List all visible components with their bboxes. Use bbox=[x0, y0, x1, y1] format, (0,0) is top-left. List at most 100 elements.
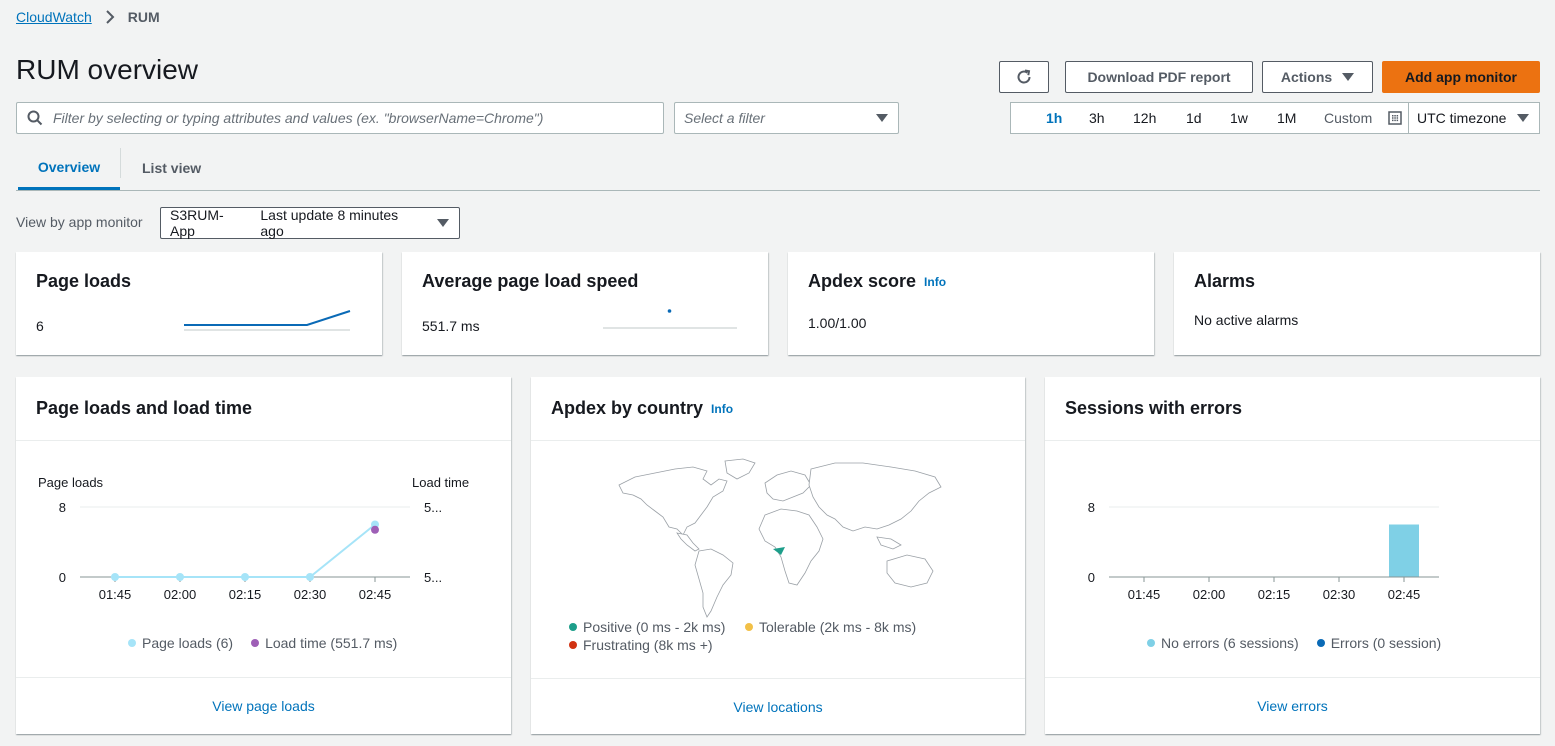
average-load-speed-value: 551.7 ms bbox=[422, 318, 480, 334]
page-loads-load-time-panel: Page loads and load time Page loads Load … bbox=[16, 377, 511, 734]
load-time-legend-label[interactable]: Load time (551.7 ms) bbox=[265, 635, 397, 651]
panel-footer-divider bbox=[1045, 677, 1540, 678]
sessions-with-errors-panel: Sessions with errors 0 8 01:45 02:00 02:15 02… bbox=[1045, 377, 1540, 734]
actions-button[interactable]: Actions bbox=[1262, 61, 1373, 93]
positive-legend-dot bbox=[569, 623, 577, 631]
caret-down-icon bbox=[437, 219, 449, 227]
load-time-legend-dot bbox=[251, 639, 260, 647]
actions-label: Actions bbox=[1280, 69, 1333, 85]
apdex-by-country-panel: Apdex by country Info Positive (0 ms - 2… bbox=[531, 377, 1025, 734]
view-locations-link[interactable]: View locations bbox=[531, 699, 1025, 715]
refresh-icon bbox=[1017, 69, 1031, 84]
select-filter-placeholder: Select a filter bbox=[684, 110, 765, 126]
app-monitor-update: Last update 8 minutes ago bbox=[260, 207, 399, 239]
page-loads-load-time-chart: Page loads Load time 0 8 5... 5... 01:45 02:00 0… bbox=[38, 475, 469, 602]
x-axis-tick-label: 02:15 bbox=[229, 587, 262, 602]
apdex-score-title-row: Apdex score Info bbox=[808, 271, 946, 292]
apdex-by-country-info-link[interactable]: Info bbox=[711, 402, 733, 416]
southeast-asia-shape bbox=[876, 536, 902, 550]
page-loads-value: 6 bbox=[36, 318, 44, 334]
x-axis-tick-label: 02:30 bbox=[294, 587, 327, 602]
page-loads-line bbox=[115, 523, 376, 578]
caret-down-icon bbox=[1517, 114, 1529, 122]
download-pdf-button[interactable]: Download PDF report bbox=[1065, 61, 1253, 93]
x-axis-tick-label: 02:45 bbox=[359, 587, 392, 602]
x-axis-tick-label: 02:00 bbox=[164, 587, 197, 602]
x-axis-tick-label: 01:45 bbox=[1128, 587, 1161, 602]
average-load-speed-title: Average page load speed bbox=[422, 271, 639, 291]
caret-down-icon bbox=[1342, 73, 1355, 81]
errors-legend-label[interactable]: Errors (0 session) bbox=[1331, 635, 1441, 651]
apdex-score-card: Apdex score Info 1.00/1.00 bbox=[788, 252, 1154, 355]
download-pdf-label: Download PDF report bbox=[1087, 69, 1231, 85]
apdex-score-info-link[interactable]: Info bbox=[924, 275, 946, 289]
x-axis-tick-label: 01:45 bbox=[99, 587, 132, 602]
select-filter-dropdown[interactable]: Select a filter bbox=[674, 102, 899, 134]
tab-list-view[interactable]: List view bbox=[142, 146, 201, 190]
time-range-12h[interactable]: 12h bbox=[1133, 110, 1156, 126]
south-america-shape bbox=[694, 548, 734, 618]
apdex-score-title: Apdex score bbox=[808, 271, 917, 291]
add-app-monitor-button[interactable]: Add app monitor bbox=[1382, 61, 1540, 93]
sessions-with-errors-title: Sessions with errors bbox=[1065, 398, 1243, 418]
page-loads-card-title: Page loads bbox=[36, 271, 132, 291]
y-axis-tick: 0 bbox=[1088, 570, 1095, 585]
alarms-card-title: Alarms bbox=[1194, 271, 1256, 291]
breadcrumb-cloudwatch-link[interactable]: CloudWatch bbox=[16, 9, 92, 25]
page-loads-point bbox=[176, 573, 184, 581]
filter-input[interactable]: Filter by selecting or typing attributes… bbox=[16, 102, 664, 134]
page-loads-point bbox=[306, 573, 314, 581]
panel-header-divider bbox=[531, 440, 1025, 441]
positive-legend-label: Positive (0 ms - 2k ms) bbox=[583, 619, 726, 635]
panel-header-divider bbox=[1045, 440, 1540, 441]
panel-footer-divider bbox=[531, 678, 1025, 679]
time-range-1h[interactable]: 1h bbox=[1046, 110, 1062, 126]
tab-bar: Overview List view bbox=[16, 146, 1540, 191]
europe-shape bbox=[764, 470, 812, 502]
time-range-1w[interactable]: 1w bbox=[1230, 110, 1248, 126]
panel-header-divider bbox=[16, 440, 511, 441]
tolerable-legend-dot bbox=[745, 623, 753, 631]
breadcrumb-current: RUM bbox=[127, 9, 160, 25]
app-monitor-dropdown[interactable]: S3RUM-App Last update 8 minutes ago bbox=[160, 207, 460, 239]
frustrating-legend-dot bbox=[569, 641, 577, 649]
sessions-errors-legend: No errors (6 sessions) Errors (0 session… bbox=[1147, 635, 1441, 651]
world-map bbox=[618, 458, 942, 618]
x-axis-tick-label: 02:30 bbox=[1323, 587, 1356, 602]
right-axis-tick: 5... bbox=[424, 570, 442, 585]
sessions-with-errors-chart: 0 8 01:45 02:00 02:15 02:30 02:45 bbox=[1088, 500, 1439, 602]
x-axis-tick-label: 02:15 bbox=[1258, 587, 1291, 602]
timezone-label: UTC timezone bbox=[1417, 110, 1507, 126]
x-axis-tick-label: 02:45 bbox=[1388, 587, 1421, 602]
page-loads-legend: Page loads (6) Load time (551.7 ms) bbox=[128, 635, 397, 651]
refresh-button[interactable] bbox=[999, 61, 1049, 93]
alarms-value: No active alarms bbox=[1194, 312, 1299, 328]
y-axis-tick: 8 bbox=[1088, 500, 1095, 515]
no-errors-legend-label[interactable]: No errors (6 sessions) bbox=[1161, 635, 1299, 651]
app-monitor-name: S3RUM-App bbox=[170, 207, 224, 239]
north-america-shape bbox=[618, 466, 728, 536]
app-monitor-label: View by app monitor bbox=[16, 214, 143, 230]
average-load-speed-card: Average page load speed 551.7 ms bbox=[402, 252, 768, 355]
page-loads-card: Page loads 6 bbox=[16, 252, 382, 355]
australia-shape bbox=[886, 554, 934, 588]
calendar-icon[interactable] bbox=[1388, 111, 1402, 125]
time-range-3h[interactable]: 3h bbox=[1089, 110, 1105, 126]
central-america-shape bbox=[676, 532, 700, 552]
time-range-1m[interactable]: 1M bbox=[1277, 110, 1296, 126]
chevron-right-icon bbox=[106, 10, 115, 24]
frustrating-legend-label: Frustrating (8k ms +) bbox=[583, 637, 713, 653]
time-range-1d[interactable]: 1d bbox=[1186, 110, 1202, 126]
time-range-custom[interactable]: Custom bbox=[1324, 110, 1372, 126]
right-axis-tick: 5... bbox=[424, 500, 442, 515]
view-page-loads-link[interactable]: View page loads bbox=[16, 698, 511, 714]
left-axis-tick: 0 bbox=[59, 570, 66, 585]
timezone-dropdown[interactable]: UTC timezone bbox=[1409, 102, 1540, 134]
tab-overview[interactable]: Overview bbox=[18, 146, 120, 190]
africa-shape bbox=[758, 508, 824, 586]
page-loads-legend-dot bbox=[128, 639, 136, 647]
page-loads-legend-label[interactable]: Page loads (6) bbox=[142, 635, 233, 651]
tab-separator bbox=[120, 148, 121, 178]
panel-footer-divider bbox=[16, 677, 511, 678]
view-errors-link[interactable]: View errors bbox=[1045, 698, 1540, 714]
